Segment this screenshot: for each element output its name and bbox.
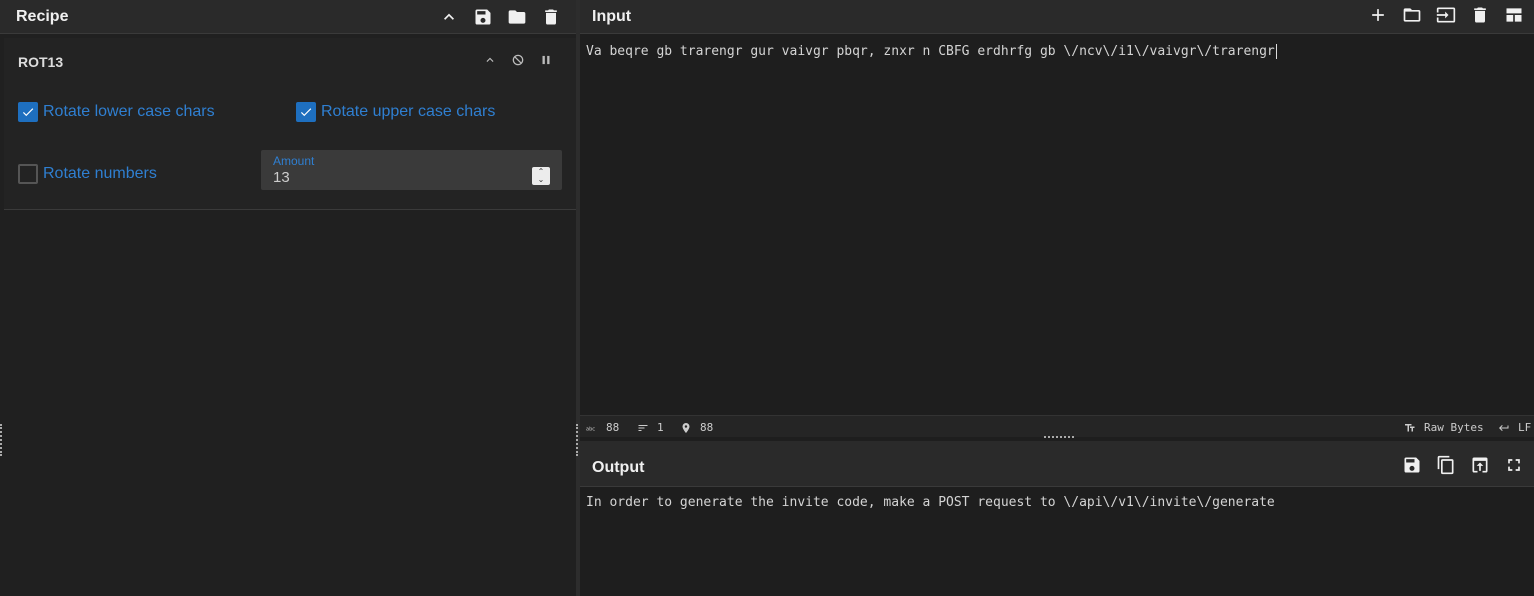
checkbox-checked-icon[interactable] <box>18 102 38 122</box>
lines-value: 1 <box>657 421 664 434</box>
pause-icon[interactable] <box>532 52 560 68</box>
input-textarea[interactable]: Va beqre gb trarengr gur vaivgr pbqr, zn… <box>586 44 1277 59</box>
position-stat: 88 <box>680 421 713 434</box>
return-icon <box>1499 424 1509 431</box>
folder-icon[interactable] <box>1395 3 1429 27</box>
maximize-icon[interactable] <box>1497 453 1531 477</box>
disable-icon[interactable] <box>504 52 532 68</box>
trash-icon[interactable] <box>534 5 568 29</box>
amount-label: Amount <box>273 154 315 168</box>
save-icon[interactable] <box>1395 453 1429 477</box>
input-text[interactable]: Va beqre gb trarengr gur vaivgr pbqr, zn… <box>586 44 1275 59</box>
recipe-title: Recipe <box>16 8 69 25</box>
rotate-upper-checkbox[interactable]: Rotate upper case chars <box>296 102 495 122</box>
amount-field[interactable]: Amount 13 ⌃ ⌄ <box>261 150 562 190</box>
folder-icon[interactable] <box>500 5 534 29</box>
position-value: 88 <box>700 421 714 434</box>
recipe-header: Recipe <box>0 0 576 34</box>
output-text[interactable]: In order to generate the invite code, ma… <box>586 495 1275 510</box>
input-header-icons <box>1361 3 1531 27</box>
abc-icon: abc <box>586 426 595 432</box>
stepper-down-icon[interactable]: ⌄ <box>538 176 545 184</box>
recipe-resize-handle[interactable] <box>0 424 2 456</box>
recipe-header-icons <box>432 5 568 29</box>
lines-stat: 1 <box>637 421 664 434</box>
input-status-bar: abc 88 1 88 Raw Bytes LF <box>580 415 1534 437</box>
text-size-icon <box>1405 423 1415 431</box>
length-stat: abc 88 <box>586 421 619 434</box>
operation-name: ROT13 <box>18 54 64 70</box>
checkbox-checked-icon[interactable] <box>296 102 316 122</box>
operation-rot13: ROT13 Rotate lower case chars Rotate upp… <box>4 38 576 210</box>
cyberchef-app: Recipe ROT13 Rotate lower case chars Rot… <box>0 0 1534 596</box>
output-header: Output <box>580 441 1534 487</box>
eol-selector[interactable]: LF <box>1498 421 1531 434</box>
lines-icon <box>638 424 648 431</box>
trash-icon[interactable] <box>1463 3 1497 27</box>
replace-input-icon[interactable] <box>1463 453 1497 477</box>
encoding-value[interactable]: Raw Bytes <box>1424 421 1484 434</box>
rotate-upper-label[interactable]: Rotate upper case chars <box>321 103 495 121</box>
divider-grip[interactable] <box>576 424 578 456</box>
input-header: Input <box>580 0 1534 34</box>
layout-icon[interactable] <box>1497 3 1531 27</box>
encoding-selector[interactable]: Raw Bytes <box>1404 421 1484 434</box>
horizontal-resize-handle[interactable] <box>1044 436 1074 438</box>
chevron-up-icon[interactable] <box>432 5 466 29</box>
rotate-lower-checkbox[interactable]: Rotate lower case chars <box>18 102 215 122</box>
location-pin-icon <box>682 422 690 433</box>
text-cursor <box>1275 44 1277 59</box>
plus-icon[interactable] <box>1361 3 1395 27</box>
svg-text:abc: abc <box>586 426 595 432</box>
rotate-numbers-checkbox[interactable]: Rotate numbers <box>18 164 157 184</box>
operation-controls <box>476 52 560 68</box>
import-icon[interactable] <box>1429 3 1463 27</box>
amount-input[interactable]: 13 <box>273 169 290 186</box>
rotate-lower-label[interactable]: Rotate lower case chars <box>43 103 215 121</box>
eol-value[interactable]: LF <box>1518 421 1531 434</box>
output-title: Output <box>592 459 645 476</box>
collapse-icon[interactable] <box>476 52 504 68</box>
input-title: Input <box>592 8 632 25</box>
copy-icon[interactable] <box>1429 453 1463 477</box>
rotate-numbers-label[interactable]: Rotate numbers <box>43 165 157 183</box>
output-header-icons <box>1395 453 1531 477</box>
length-value: 88 <box>606 421 620 434</box>
save-icon[interactable] <box>466 5 500 29</box>
output-pane: Output In order to generate the invite c… <box>580 441 1534 596</box>
input-pane: Input Va beqre gb trarengr gur vaivgr pb… <box>580 0 1534 438</box>
checkbox-unchecked-icon[interactable] <box>18 164 38 184</box>
recipe-pane: Recipe ROT13 Rotate lower case chars Rot… <box>0 0 576 596</box>
amount-stepper[interactable]: ⌃ ⌄ <box>532 167 550 185</box>
